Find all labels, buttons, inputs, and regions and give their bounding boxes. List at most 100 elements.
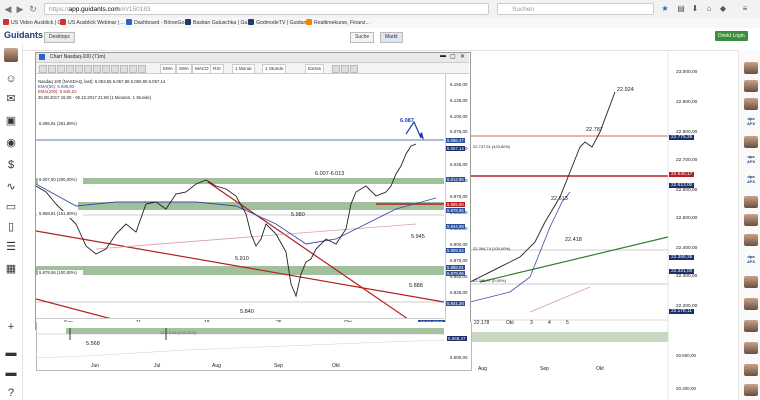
tool-channel-icon[interactable] [102,65,110,73]
sma-button[interactable]: SMA [176,64,192,74]
dpa-afx-source[interactable]: dpa AFX [743,154,759,164]
lower-x-label: Aug [212,363,221,369]
tool-arrow-icon[interactable] [93,65,101,73]
ema-button[interactable]: EMA [160,64,176,74]
browser-search-input[interactable]: Suchen [497,3,654,15]
right-value-box: 22.613,00 [669,183,695,188]
target-6087-label: 6.087 [400,118,414,124]
news-avatar[interactable] [744,214,758,226]
bookmark-label: US Video Ausblick | G... [11,20,66,26]
tool-settings-icon[interactable] [129,65,137,73]
forward-icon[interactable]: ▶ [15,4,25,14]
tool-line-icon[interactable] [48,65,56,73]
chart-line-icon[interactable]: ∿ [4,180,18,194]
window-maximize-icon[interactable]: ▢ [450,53,456,60]
news-avatar[interactable] [744,98,758,110]
news-avatar[interactable] [744,320,758,332]
news-avatar[interactable] [744,384,758,396]
tool-rect-icon[interactable] [84,65,92,73]
news-avatar[interactable] [744,196,758,208]
bookmark-favicon-icon [60,19,66,25]
bookmark-6[interactable]: Realtimekurse, Finanz... [306,18,370,28]
news-avatar[interactable] [744,342,758,354]
lower-x-label: Sep [274,363,283,369]
search-button[interactable]: Suche [350,32,375,43]
document-icon[interactable]: ▭ [4,200,18,214]
period-dropdown[interactable]: 1 Monat [232,64,255,74]
lower-x-label: Jun [91,363,100,369]
fib-level-label: 22.288,97 (0,00%) [473,278,506,283]
users-icon[interactable]: ☺ [4,72,18,86]
bookmark-5[interactable]: GodmodeTV | Guidants [248,18,310,28]
url-input[interactable]: https://app.guidants.com/#!/150183 [44,3,489,15]
home-icon[interactable]: ⌂ [704,4,714,14]
tool-c-icon[interactable] [350,65,358,73]
level-5840-label: 5.840 [240,309,254,315]
news-avatar[interactable] [744,136,758,148]
interval-dropdown[interactable]: 1 Stunde [262,64,287,74]
news-avatar[interactable] [744,364,758,376]
chat-icon[interactable]: ✉ [4,92,18,106]
download-icon[interactable]: ⬇ [690,4,700,14]
direct-login-button[interactable]: Direkt Login [715,31,748,41]
folder-open-icon[interactable]: ▬ [4,346,18,360]
news-avatar[interactable] [744,234,758,246]
fib-level-label: 5.879,56 (100,00%) [39,270,77,275]
news-avatar[interactable] [744,80,758,92]
window-close-icon[interactable]: ✕ [460,53,465,60]
dollar-icon[interactable]: $ [4,158,18,172]
bookmark-3[interactable]: Dashboard - BörseGo ... [126,18,190,28]
tool-horizontal-icon[interactable] [57,65,65,73]
bookmark-star-icon[interactable]: ★ [660,4,670,14]
calendar-icon[interactable]: ▦ [4,262,18,276]
back-icon[interactable]: ◀ [3,4,13,14]
dpa-afx-source[interactable]: dpa AFX [743,116,759,126]
tool-b-icon[interactable] [341,65,349,73]
tool-print-icon[interactable] [138,65,146,73]
dpa-afx-source[interactable]: dpa AFX [743,254,759,264]
help-icon[interactable]: ? [4,386,18,400]
file-icon[interactable]: ▯ [4,220,18,234]
bookmark-1[interactable]: US Video Ausblick | G... [3,18,66,28]
menu-icon[interactable]: ≡ [740,4,750,14]
profile-avatar[interactable] [4,48,18,62]
library-icon[interactable]: ▤ [676,4,686,14]
bookmark-favicon-icon [126,19,132,25]
extras-dropdown[interactable]: Extras [305,64,325,74]
tool-zoom-icon[interactable] [120,65,128,73]
shield-icon[interactable]: ◆ [718,4,728,14]
rsi-button[interactable]: RSI [210,64,224,74]
right-value-box: 22.640,17 [669,172,695,177]
news-avatar[interactable] [744,62,758,74]
avatar [4,48,18,62]
right-value-box: 22.775,39 [669,135,695,140]
tool-text-icon[interactable] [75,65,83,73]
lower-value-box: 5.568,47 [447,336,467,341]
tool-a-icon[interactable] [332,65,340,73]
chart-window-titlebar[interactable]: Chart Nasdaq-100 (71m) [36,53,469,63]
macd-button[interactable]: MACD [192,64,212,74]
desktops-button[interactable]: Desktops [44,32,75,43]
window-minimize-icon[interactable]: ▬ [440,53,446,59]
tool-cursor-icon[interactable] [39,65,47,73]
tool-fib-icon[interactable] [66,65,74,73]
eye-icon[interactable]: ◉ [4,136,18,150]
add-icon[interactable]: + [4,320,18,334]
bookmark-4[interactable]: Bastian Galuschka | Gu... [185,18,252,28]
right-x-label: 22.178 [474,320,490,326]
dpa-afx-source[interactable]: dpa AFX [743,174,759,184]
right-x-label: 4 [548,320,551,326]
archive-icon[interactable]: ▬ [4,366,18,380]
news-avatar[interactable] [744,276,758,288]
bookmark-2[interactable]: US Ausblick Webinar | ... [60,18,125,28]
level-22418-label: 22.418 [565,237,582,243]
list-icon[interactable]: ☰ [4,240,18,254]
folder-icon[interactable]: ▣ [4,114,18,128]
tool-delete-icon[interactable] [111,65,119,73]
market-button[interactable]: Markt [380,32,403,43]
reload-icon[interactable]: ↻ [28,4,38,14]
lower-fib-label: 15:5 5.64 (100,00%) [160,330,197,335]
bookmark-label: US Ausblick Webinar | ... [68,20,125,26]
news-avatar[interactable] [744,298,758,310]
price-value-box: 6.057,14 [446,146,465,151]
